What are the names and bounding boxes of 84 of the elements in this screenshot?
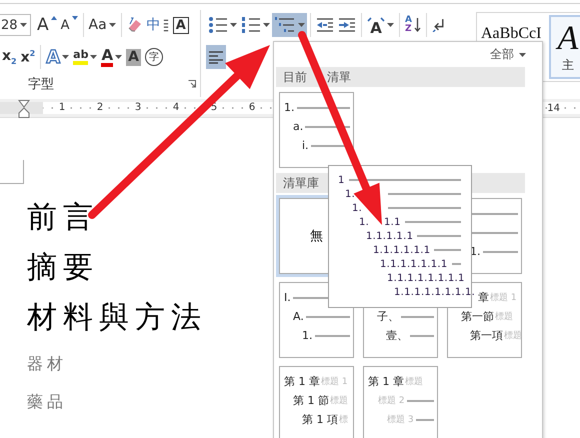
ruler-number: 3 (134, 102, 142, 113)
level-label: 子、 (377, 309, 399, 324)
style-hint: 標題 2 (378, 394, 405, 407)
increase-indent-icon (338, 17, 356, 33)
heading: 前言 (27, 199, 99, 237)
level-label: 1 (338, 174, 345, 186)
caret-icon (519, 52, 526, 56)
subheading: 藥品 (27, 391, 67, 413)
list-style-thumbnail[interactable]: 第 1 章標題 標題 2 標題 3 (363, 366, 438, 438)
level-label: a. (293, 120, 304, 133)
margin-corner-mark (0, 160, 24, 184)
style-hint: 標題 (405, 376, 423, 388)
phonetic-marks-icon (162, 18, 169, 32)
align-left-button[interactable] (206, 45, 226, 69)
triangle-down-icon (72, 16, 78, 20)
bullet-list-icon (208, 16, 228, 34)
font-color-button[interactable]: A (99, 45, 124, 69)
heading: 摘要 (27, 249, 99, 287)
style-tile[interactable]: A 主 (549, 15, 580, 79)
level-label: 1. (359, 216, 370, 228)
level-label: I. (284, 291, 291, 304)
decrease-indent-icon (316, 17, 334, 33)
style-hint: 標題 1 (321, 376, 348, 388)
level-label: 第 1 章 (284, 374, 320, 389)
grow-font-button[interactable]: A (35, 13, 59, 37)
subheading: 器材 (27, 353, 67, 375)
section-header: 清單庫 (283, 174, 319, 192)
level-label: 第 1 項 (302, 412, 338, 427)
text-effect-button[interactable]: A (44, 45, 72, 69)
ruler-number: 1 (58, 102, 66, 113)
style-hint: 標題 3 (387, 414, 414, 426)
heading: 材料與方法 (27, 299, 207, 337)
level-label: 1.1.1.1.1.1.1 (380, 258, 448, 270)
indent-marker-icon[interactable] (18, 100, 30, 118)
highlight-button[interactable]: ab (71, 45, 100, 69)
caret-icon (20, 23, 27, 27)
level-label: A. (293, 310, 304, 323)
level-label: 壹、 (386, 328, 408, 343)
align-left-icon (208, 50, 224, 64)
multilevel-list-icon (274, 16, 296, 34)
level-label: 1. (302, 329, 312, 342)
level-label: 第一節 (461, 309, 494, 324)
eraser-icon (126, 17, 143, 33)
level-label: 第 1 節 (293, 393, 329, 408)
level-label: 1.1.1.1.1.1.1.1 (387, 272, 465, 284)
ruler-number: 2 (96, 102, 104, 113)
change-case-button[interactable]: Aa (86, 13, 118, 37)
filter-dropdown[interactable]: 全部 (490, 46, 526, 63)
level-label: 1. (352, 202, 362, 214)
multilevel-button[interactable] (272, 13, 307, 37)
style-hint: 標題 (495, 310, 513, 323)
level-label: 章 (478, 290, 489, 305)
level-label: i. (302, 139, 309, 152)
return-arrow-icon (432, 18, 446, 32)
section-header: 清單 (327, 68, 351, 86)
style-hint: 標題 1 (490, 292, 517, 304)
down-arrow-icon (414, 17, 421, 33)
ruler-number: 4 (172, 102, 180, 113)
section-header: 目前 (283, 70, 307, 84)
ruler-number: 14 (547, 102, 560, 114)
level-label: 1.1 (384, 216, 401, 228)
asian-layout-button[interactable]: A (365, 13, 396, 37)
ruler-number: 6 (248, 102, 256, 113)
level-label: 1. (284, 101, 294, 114)
numbered-list-icon (241, 16, 261, 34)
superscript-button[interactable]: x$^{2}$ (18, 45, 38, 69)
triangle-up-icon (50, 16, 57, 20)
dialog-launcher-icon[interactable] (188, 80, 196, 88)
font-size-field[interactable]: 28 (0, 14, 31, 36)
group-label: 字型 (28, 76, 54, 93)
style-hint: 標 (339, 414, 348, 426)
subscript-button[interactable]: x$_{2}$ (0, 45, 19, 69)
level-label: 1.1.1.1.1 (366, 230, 414, 242)
level-label: 1. (345, 188, 356, 200)
level-label: 1.1.1.1.1.1 (373, 244, 430, 256)
shrink-font-button[interactable]: A (58, 13, 80, 37)
arrows-icon (367, 16, 385, 22)
phonetic-button[interactable]: 中 (144, 13, 171, 37)
sort-button[interactable]: A Z (403, 13, 423, 37)
level-label: 第一項 (470, 328, 503, 343)
enclose-button[interactable]: 字 (142, 45, 165, 69)
list-style-thumbnail[interactable]: 第 1 章標題 1 第 1 節標題 第 1 項標 (279, 366, 354, 438)
level-label: 第 1 章 (368, 374, 404, 389)
style-hint: 標題 (330, 394, 348, 407)
